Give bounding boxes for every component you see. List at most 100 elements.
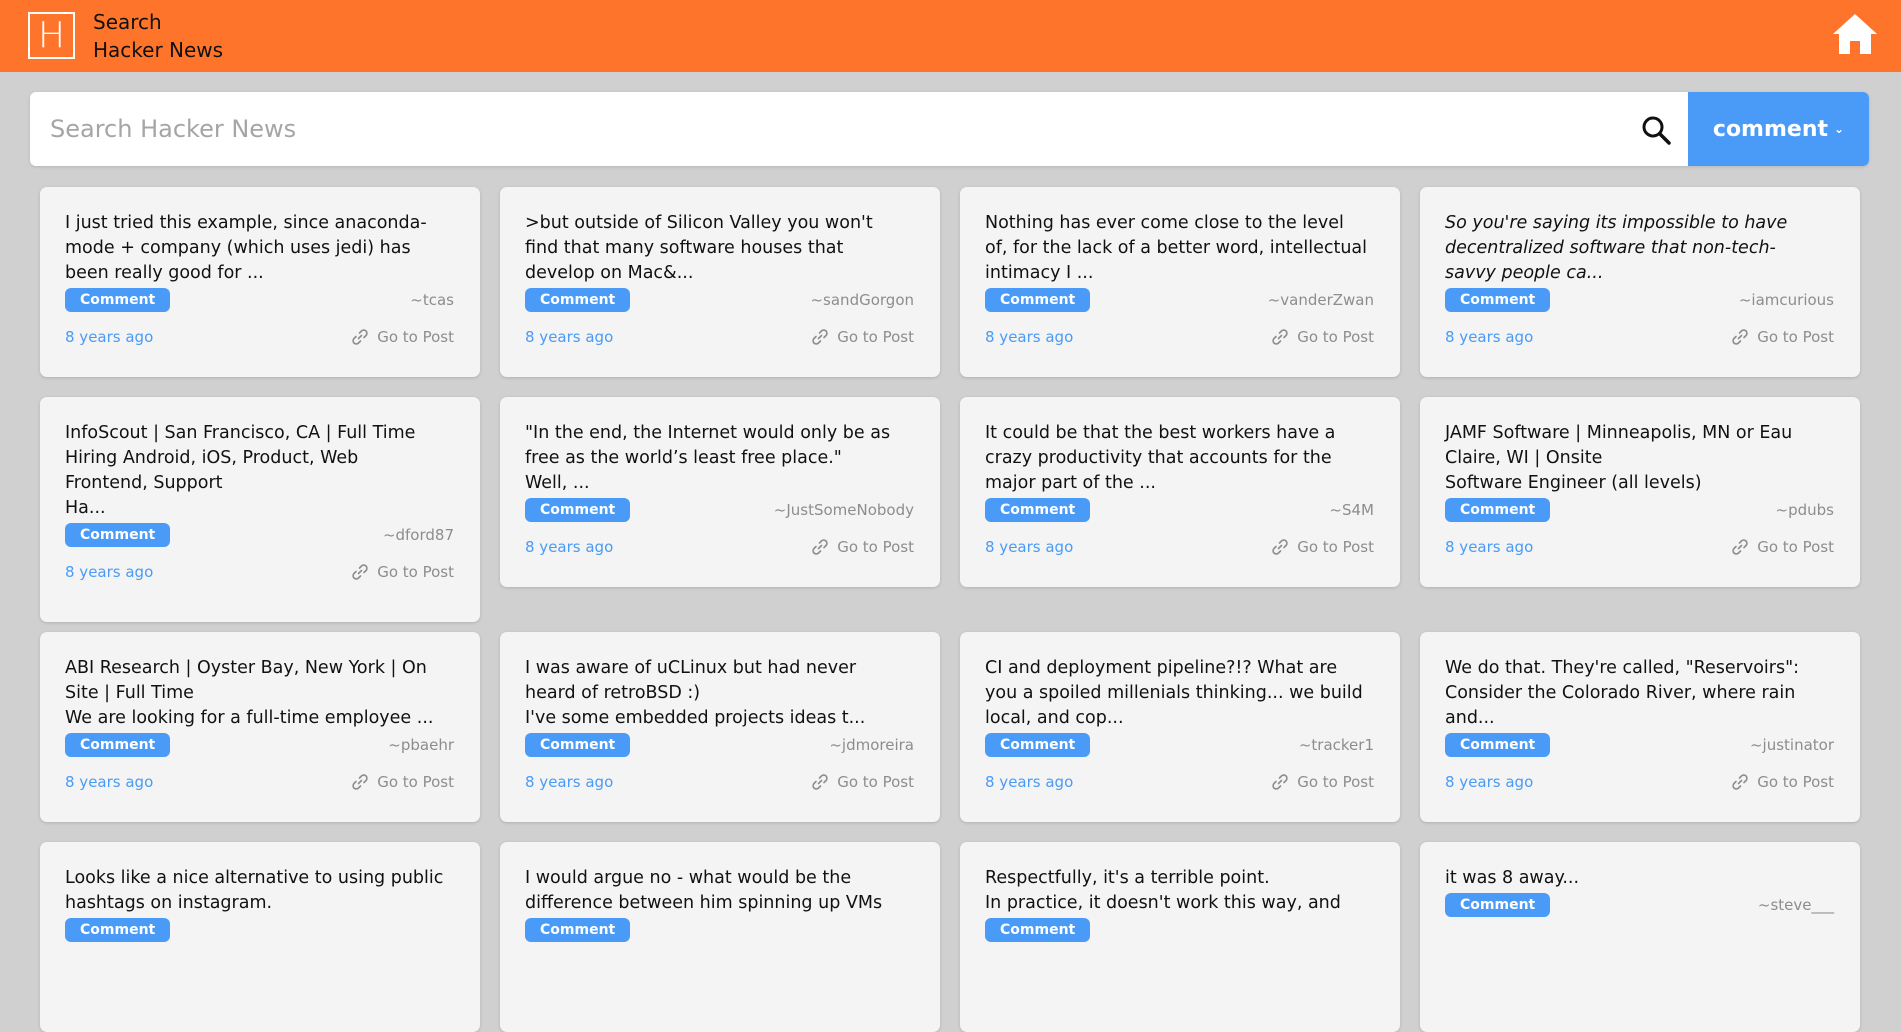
comment-badge[interactable]: Comment (525, 732, 631, 757)
card-footer: 8 years ago Go to Post (985, 313, 1374, 351)
author-link[interactable]: ~iamcurious (1739, 291, 1834, 309)
go-to-post-link[interactable]: Go to Post (351, 773, 454, 791)
go-to-post-link[interactable]: Go to Post (1731, 773, 1834, 791)
hn-logo[interactable]: H (28, 12, 75, 59)
go-to-post-link[interactable]: Go to Post (811, 773, 914, 791)
timestamp-link[interactable]: 8 years ago (1445, 773, 1533, 791)
comment-badge[interactable]: Comment (1445, 497, 1551, 522)
go-to-post-label: Go to Post (1297, 328, 1374, 346)
card-meta-row: Comment (65, 916, 454, 943)
timestamp-link[interactable]: 8 years ago (525, 773, 613, 791)
go-to-post-label: Go to Post (1297, 538, 1374, 556)
author-link[interactable]: ~vanderZwan (1268, 291, 1374, 309)
timestamp-link[interactable]: 8 years ago (985, 328, 1073, 346)
comment-card[interactable]: CI and deployment pipeline?!? What are y… (960, 632, 1400, 822)
brand-title[interactable]: Search Hacker News (93, 8, 223, 64)
timestamp-link[interactable]: 8 years ago (525, 328, 613, 346)
search-icon[interactable] (1640, 114, 1672, 146)
search-input[interactable] (30, 92, 1630, 166)
link-icon (1272, 329, 1288, 345)
search-bar: comment ⌄ (30, 92, 1869, 166)
author-link[interactable]: ~JustSomeNobody (774, 501, 914, 519)
comment-text: We do that. They're called, "Reservoirs"… (1445, 658, 1800, 728)
chevron-down-icon: ⌄ (1834, 122, 1845, 136)
comment-badge[interactable]: Comment (65, 522, 171, 547)
go-to-post-label: Go to Post (1757, 773, 1834, 791)
comment-badge[interactable]: Comment (65, 917, 171, 942)
comment-text: Looks like a nice alternative to using p… (65, 868, 444, 913)
comment-text: ABI Research | Oyster Bay, New York | On… (65, 658, 434, 728)
comment-card[interactable]: InfoScout | San Francisco, CA | Full Tim… (40, 397, 480, 622)
go-to-post-label: Go to Post (1757, 328, 1834, 346)
link-icon (1272, 539, 1288, 555)
comment-badge[interactable]: Comment (985, 732, 1091, 757)
go-to-post-link[interactable]: Go to Post (351, 328, 454, 346)
author-link[interactable]: ~S4M (1329, 501, 1374, 519)
author-link[interactable]: ~tracker1 (1299, 736, 1374, 754)
comment-card[interactable]: >but outside of Silicon Valley you won't… (500, 187, 940, 377)
comment-badge[interactable]: Comment (1445, 892, 1551, 917)
card-meta-row: Comment ~sandGorgon (525, 286, 914, 313)
comment-card[interactable]: So you're saying its impossible to have … (1420, 187, 1860, 377)
link-icon (1732, 329, 1748, 345)
comment-card[interactable]: JAMF Software | Minneapolis, MN or Eau C… (1420, 397, 1860, 587)
author-link[interactable]: ~tcas (410, 291, 454, 309)
author-link[interactable]: ~pdubs (1776, 501, 1834, 519)
comment-badge[interactable]: Comment (525, 917, 631, 942)
go-to-post-label: Go to Post (377, 328, 454, 346)
timestamp-link[interactable]: 8 years ago (65, 773, 153, 791)
timestamp-link[interactable]: 8 years ago (1445, 538, 1533, 556)
comment-badge[interactable]: Comment (985, 917, 1091, 942)
author-link[interactable]: ~jdmoreira (829, 736, 914, 754)
card-footer: 8 years ago Go to Post (985, 523, 1374, 561)
comment-card[interactable]: it was 8 away... Comment ~steve___ (1420, 842, 1860, 1032)
comment-card[interactable]: It could be that the best workers have a… (960, 397, 1400, 587)
timestamp-link[interactable]: 8 years ago (985, 773, 1073, 791)
comment-card[interactable]: I would argue no - what would be the dif… (500, 842, 940, 1032)
timestamp-link[interactable]: 8 years ago (65, 328, 153, 346)
comment-badge[interactable]: Comment (985, 287, 1091, 312)
comment-card[interactable]: Nothing has ever come close to the level… (960, 187, 1400, 377)
comment-card[interactable]: We do that. They're called, "Reservoirs"… (1420, 632, 1860, 822)
comment-card[interactable]: Looks like a nice alternative to using p… (40, 842, 480, 1032)
go-to-post-label: Go to Post (837, 538, 914, 556)
card-meta-row: Comment ~dford87 (65, 521, 454, 548)
comment-badge[interactable]: Comment (1445, 732, 1551, 757)
home-icon[interactable] (1831, 12, 1879, 56)
go-to-post-link[interactable]: Go to Post (351, 563, 454, 581)
author-link[interactable]: ~justinator (1750, 736, 1834, 754)
card-meta-row: Comment ~vanderZwan (985, 286, 1374, 313)
comment-card[interactable]: "In the end, the Internet would only be … (500, 397, 940, 587)
comment-badge[interactable]: Comment (65, 287, 171, 312)
comment-card[interactable]: Respectfully, it's a terrible point. In … (960, 842, 1400, 1032)
link-icon (352, 329, 368, 345)
author-link[interactable]: ~dford87 (383, 526, 454, 544)
comment-card[interactable]: ABI Research | Oyster Bay, New York | On… (40, 632, 480, 822)
comment-badge[interactable]: Comment (525, 287, 631, 312)
go-to-post-label: Go to Post (377, 773, 454, 791)
timestamp-link[interactable]: 8 years ago (985, 538, 1073, 556)
comment-badge[interactable]: Comment (1445, 287, 1551, 312)
comment-card[interactable]: I just tried this example, since anacond… (40, 187, 480, 377)
author-link[interactable]: ~sandGorgon (810, 291, 914, 309)
card-meta-row: Comment (985, 916, 1374, 943)
go-to-post-link[interactable]: Go to Post (1731, 538, 1834, 556)
author-link[interactable]: ~steve___ (1758, 896, 1834, 914)
type-dropdown[interactable]: comment ⌄ (1688, 92, 1869, 166)
comment-card[interactable]: I was aware of uCLinux but had never hea… (500, 632, 940, 822)
timestamp-link[interactable]: 8 years ago (1445, 328, 1533, 346)
link-icon (1732, 774, 1748, 790)
go-to-post-link[interactable]: Go to Post (1271, 773, 1374, 791)
comment-badge[interactable]: Comment (985, 497, 1091, 522)
go-to-post-link[interactable]: Go to Post (1271, 538, 1374, 556)
comment-badge[interactable]: Comment (525, 497, 631, 522)
go-to-post-link[interactable]: Go to Post (1731, 328, 1834, 346)
timestamp-link[interactable]: 8 years ago (525, 538, 613, 556)
go-to-post-link[interactable]: Go to Post (811, 328, 914, 346)
timestamp-link[interactable]: 8 years ago (65, 563, 153, 581)
go-to-post-link[interactable]: Go to Post (811, 538, 914, 556)
go-to-post-link[interactable]: Go to Post (1271, 328, 1374, 346)
comment-badge[interactable]: Comment (65, 732, 171, 757)
card-meta-row: Comment ~pbaehr (65, 731, 454, 758)
author-link[interactable]: ~pbaehr (388, 736, 454, 754)
